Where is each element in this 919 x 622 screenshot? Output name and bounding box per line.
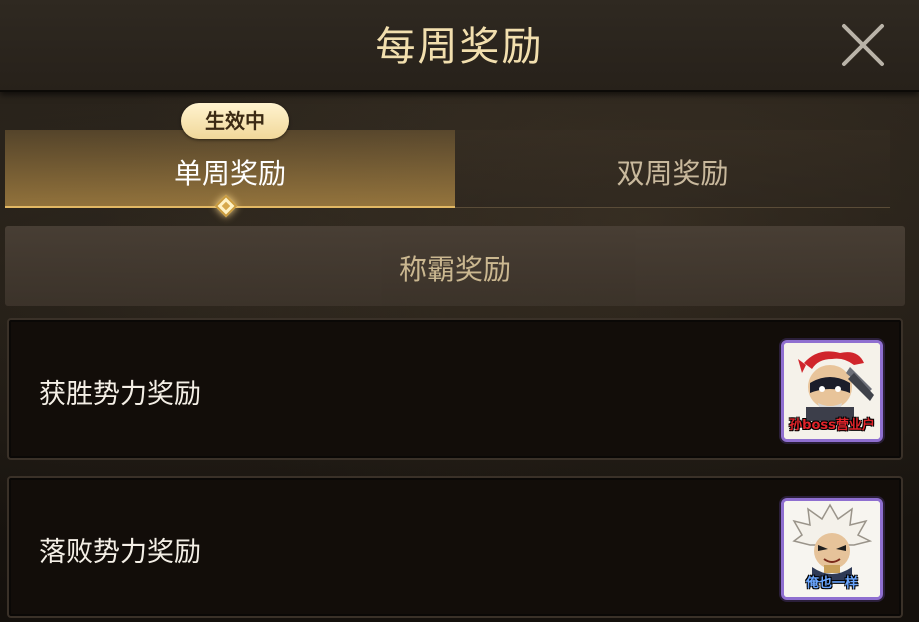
header-bar: 每周奖励 <box>0 0 919 92</box>
icon-caption: 俺也一样 <box>805 576 858 591</box>
section-header: 称霸奖励 <box>5 226 905 306</box>
weekly-rewards-panel: 每周奖励 单周奖励 生效中 双周奖励 称霸奖励 获胜势力奖励 孙boss营业户 … <box>0 0 919 622</box>
tab-bar: 单周奖励 生效中 双周奖励 <box>5 100 890 210</box>
reward-item-slot[interactable]: 俺也一样 <box>781 498 883 600</box>
reward-row-win: 获胜势力奖励 孙boss营业户 <box>7 318 903 460</box>
reward-item-slot[interactable]: 孙boss营业户 <box>781 340 883 442</box>
reward-label: 落败势力奖励 <box>39 537 201 568</box>
tab-label: 双周奖励 <box>616 157 729 190</box>
icon-caption: 孙boss营业户 <box>789 418 875 433</box>
tab-double-week[interactable]: 双周奖励 <box>455 130 890 208</box>
tab-label: 单周奖励 <box>173 157 286 190</box>
close-button[interactable] <box>836 18 890 72</box>
section-title: 称霸奖励 <box>398 253 511 286</box>
close-icon <box>842 24 884 66</box>
active-status-badge: 生效中 <box>181 103 289 139</box>
reward-row-lose: 落败势力奖励 俺也一样 <box>7 476 903 618</box>
reward-label: 获胜势力奖励 <box>39 379 201 410</box>
tab-single-week[interactable]: 单周奖励 <box>5 130 455 208</box>
page-title: 每周奖励 <box>375 24 544 70</box>
